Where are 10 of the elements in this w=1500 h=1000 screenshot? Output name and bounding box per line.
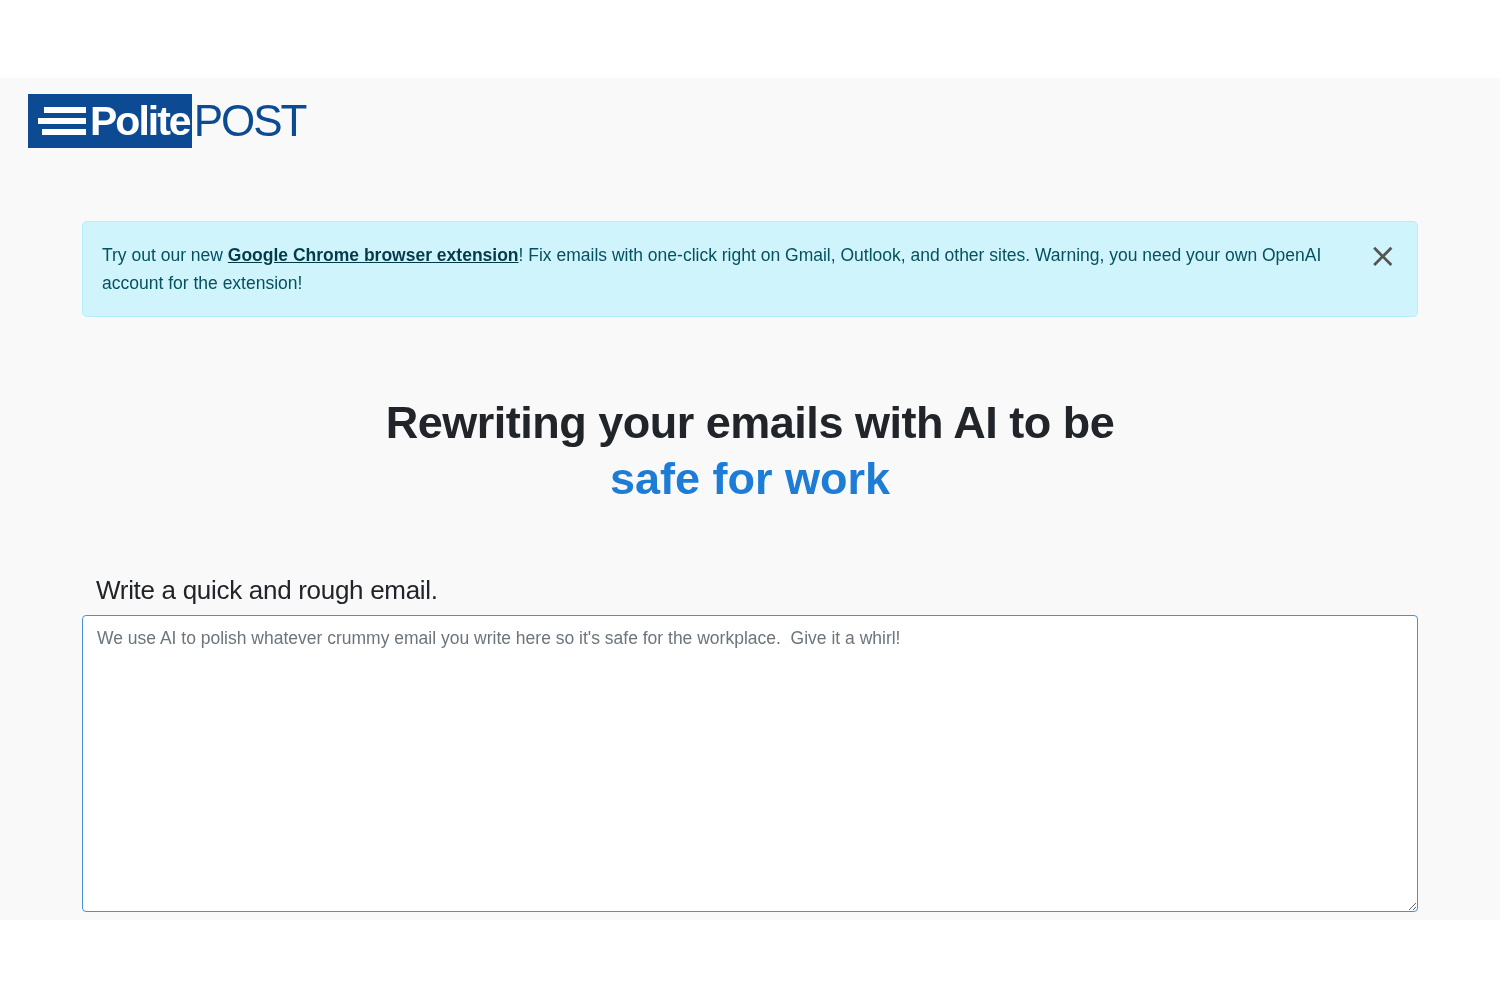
alert-message: Try out our new Google Chrome browser extension! Fix emails with one-click right on Gmail, Outlook, and other sites. Warning, you need your own OpenAI account for the extension! <box>102 244 1323 295</box>
headline: Rewriting your emails with AI to be <box>384 396 1116 450</box>
headline-highlight: safe for work <box>608 452 892 506</box>
field-label: Write a quick and rough email. <box>96 574 439 607</box>
close-button[interactable]: × <box>1364 241 1397 269</box>
logo-text: POST <box>193 96 306 146</box>
logo-text: Polite <box>90 97 190 145</box>
extension-link[interactable]: Google Chrome browser extension <box>227 245 519 265</box>
email-input-field[interactable]: We use AI to polish whatever crummy email you write here so it's safe for the workplace. Give it a whirl! <box>82 615 1418 912</box>
lines-icon <box>38 104 88 138</box>
